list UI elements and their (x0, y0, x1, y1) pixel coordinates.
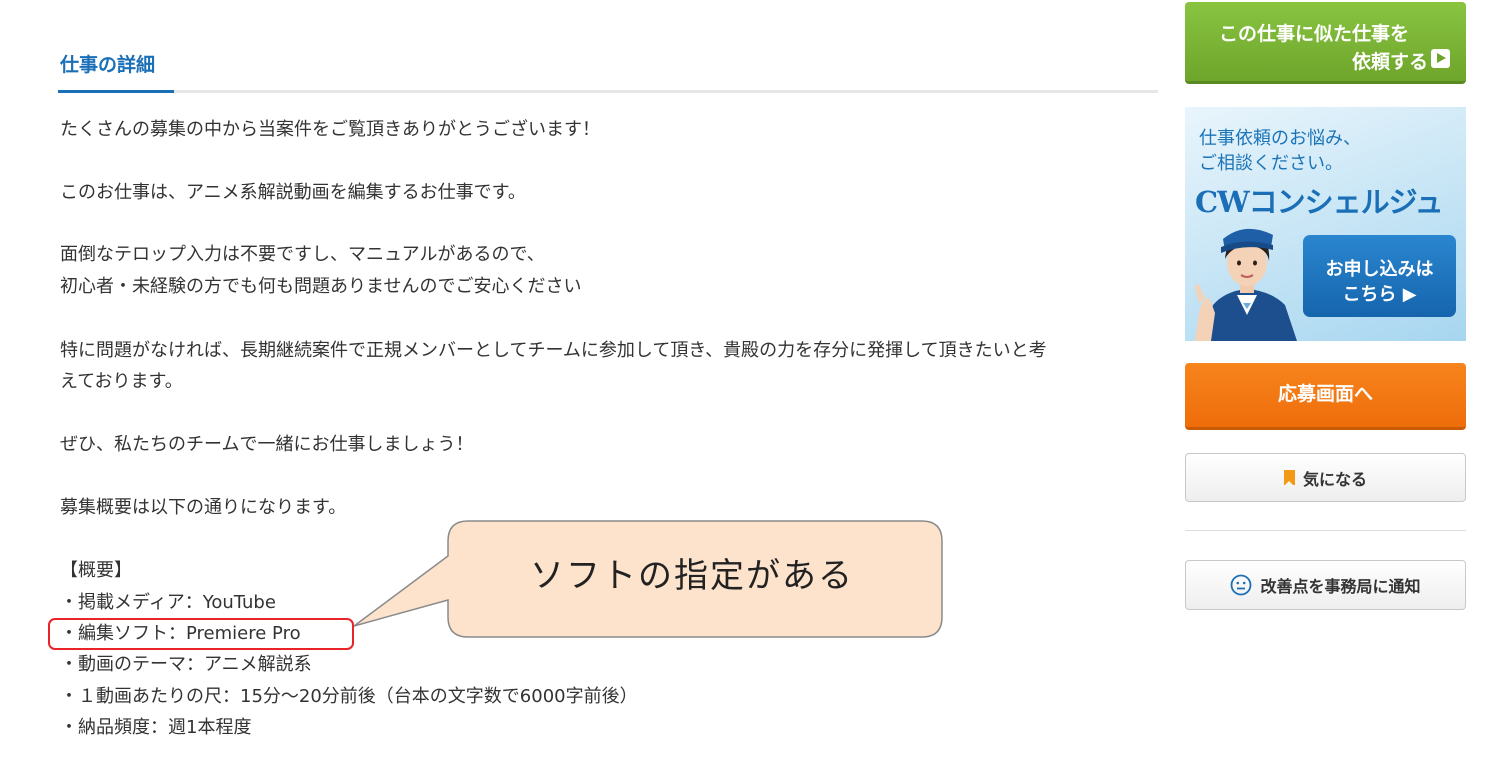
banner-text-line1: 仕事依頼のお悩み、 (1199, 128, 1361, 149)
description-line: たくさんの募集の中から当案件をご覧頂きありがとうございます！ (60, 119, 600, 140)
favorite-button-label: 気になる (1302, 469, 1367, 489)
concierge-apply-button[interactable]: お申し込みは こちら ▶ (1303, 235, 1456, 317)
bookmark-icon (1283, 470, 1295, 486)
overview-heading: 【概要】 (60, 560, 132, 581)
description-line: 特に問題がなければ、長期継続案件で正規メンバーとしてチームに参加して頂き、貴殿の… (60, 340, 1047, 361)
overview-item-media: ・掲載メディア：YouTube (60, 592, 276, 613)
job-detail-main: 仕事の詳細 たくさんの募集の中から当案件をご覧頂きありがとうございます！ このお… (0, 0, 1160, 766)
description-line: 初心者・未経験の方でも何も問題ありませんのでご安心ください (60, 276, 582, 297)
section-title: 仕事の詳細 (60, 54, 156, 76)
request-similar-job-button[interactable]: この仕事に似た仕事を 依頼する (1185, 2, 1466, 84)
play-arrow-icon (1431, 49, 1450, 68)
overview-item-theme: ・動画のテーマ：アニメ解説系 (60, 654, 312, 675)
description-line: えております。 (60, 371, 183, 392)
title-underline-accent (58, 90, 174, 93)
favorite-button-content: 気になる (1186, 454, 1465, 501)
concierge-apply-line1: お申し込みは (1325, 259, 1434, 280)
banner-brand: CWコンシェルジュ (1195, 185, 1444, 219)
title-divider (58, 90, 1158, 93)
software-highlight-box (48, 618, 354, 650)
favorite-button[interactable]: 気になる (1185, 453, 1466, 502)
description-line: このお仕事は、アニメ系解説動画を編集するお仕事です。 (60, 182, 526, 203)
request-similar-line2: 依頼する (1351, 51, 1428, 73)
description-line: 面倒なテロップ入力は不要ですし、マニュアルがあるので、 (60, 244, 545, 265)
banner-text-line2: ご相談ください。 (1199, 153, 1343, 174)
concierge-banner[interactable]: 仕事依頼のお悩み、 ご相談ください。 CWコンシェルジュ お申し込みは こちら … (1185, 107, 1466, 341)
description-line: ぜひ、私たちのチームで一緒にお仕事しましょう！ (60, 434, 474, 455)
callout-text: ソフトの指定がある (530, 556, 854, 596)
report-button-content: 改善点を事務局に通知 (1186, 561, 1465, 609)
concierge-person-illustration (1195, 228, 1297, 341)
overview-item-frequency: ・納品頻度：週1本程度 (60, 717, 252, 738)
apply-button[interactable]: 応募画面へ (1185, 363, 1466, 430)
report-improvement-button[interactable]: 改善点を事務局に通知 (1185, 560, 1466, 610)
concierge-apply-line2: こちら ▶ (1342, 284, 1417, 305)
report-button-label: 改善点を事務局に通知 (1260, 577, 1421, 596)
overview-item-length: ・１動画あたりの尺：15分～20分前後（台本の文字数で6000字前後） (60, 686, 638, 707)
sidebar-divider (1185, 530, 1466, 531)
description-line: 募集概要は以下の通りになります。 (60, 497, 347, 518)
request-similar-line1: この仕事に似た仕事を (1219, 23, 1410, 45)
face-icon (1231, 574, 1252, 596)
